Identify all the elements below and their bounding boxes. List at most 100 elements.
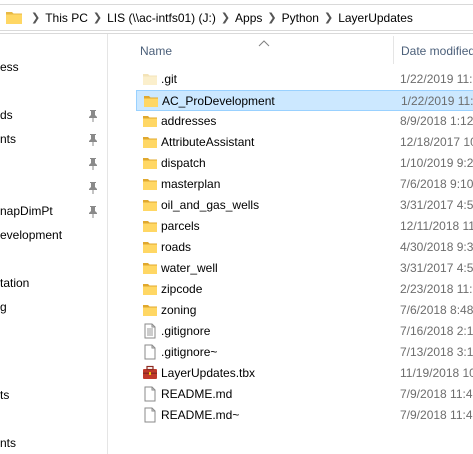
nav-item-label: ess [0,60,19,74]
breadcrumb[interactable]: ❯ This PC ❯ LIS (\\ac-intfs01) (J:) ❯ Ap… [0,4,473,31]
sort-ascending-icon [258,36,270,47]
nav-item-label: napDimPt [0,204,53,218]
file-row[interactable]: masterplan 7/6/2018 9:10 [136,174,473,195]
pin-icon[interactable] [88,110,98,122]
file-date-modified: 12/18/2017 10 [400,135,473,149]
folder-icon [142,113,158,129]
file-name: roads [161,240,192,254]
nav-item-label: nts [0,436,17,450]
column-header-row: Name Date modified [108,34,473,66]
file-date-modified: 1/10/2019 9:2 [400,156,473,170]
nav-item-label: tation [0,276,30,290]
file-name: dispatch [161,156,206,170]
breadcrumb-drive[interactable]: LIS (\\ac-intfs01) (J:) [107,11,216,25]
folder-hidden-icon [142,71,158,87]
file-name: AC_ProDevelopment [162,94,275,108]
file-name: AttributeAssistant [161,135,255,149]
nav-item[interactable]: g [0,300,104,318]
chevron-right-icon[interactable]: ❯ [221,11,230,24]
file-row[interactable]: dispatch 1/10/2019 9:2 [136,153,473,174]
pin-icon[interactable] [88,182,98,194]
breadcrumb-layerupdates[interactable]: LayerUpdates [338,11,413,25]
file-name: addresses [161,114,217,128]
column-header-name[interactable]: Name [140,44,172,58]
file-name: .gitignore [161,324,211,338]
file-row[interactable]: roads 4/30/2018 9:3 [136,237,473,258]
file-row[interactable]: zipcode 2/23/2018 11: [136,279,473,300]
folder-icon [142,281,158,297]
folder-icon [142,239,158,255]
folder-icon [142,260,158,276]
file-date-modified: 3/31/2017 4:5 [400,198,473,212]
nav-item[interactable] [0,156,104,174]
breadcrumb-apps[interactable]: Apps [235,11,262,25]
chevron-right-icon[interactable]: ❯ [93,11,102,24]
file-row[interactable]: LayerUpdates.tbx 11/19/2018 10 [136,363,473,384]
chevron-right-icon[interactable]: ❯ [324,11,333,24]
nav-item[interactable]: napDimPt [0,204,104,222]
nav-item-label: evelopment [0,228,63,242]
file-date-modified: 3/31/2017 4:5 [400,261,473,275]
file-name: LayerUpdates.tbx [161,366,256,380]
file-date-modified: 12/11/2018 11 [400,219,473,233]
file-name: water_well [161,261,218,275]
file-name: masterplan [161,177,221,191]
folder-icon [142,134,158,150]
file-row[interactable]: water_well 3/31/2017 4:5 [136,258,473,279]
pin-icon[interactable] [88,134,98,146]
chevron-right-icon[interactable]: ❯ [267,11,276,24]
file-row[interactable]: .git 1/22/2019 11:5 [136,69,473,90]
nav-item[interactable]: ds [0,108,104,126]
file-date-modified: 11/19/2018 10 [400,366,473,380]
address-bar[interactable]: ❯ This PC ❯ LIS (\\ac-intfs01) (J:) ❯ Ap… [0,0,473,34]
breadcrumb-python[interactable]: Python [282,11,319,25]
folder-icon [142,218,158,234]
nav-item[interactable]: nts [0,132,104,150]
chevron-right-icon[interactable]: ❯ [31,11,40,24]
file-name: README.md [161,387,233,401]
pin-icon[interactable] [88,158,98,170]
folder-icon [142,155,158,171]
file-row[interactable]: README.md~ 7/9/2018 11:4 [136,405,473,426]
file-date-modified: 1/22/2019 11:4 [401,94,473,108]
nav-item[interactable]: evelopment [0,228,104,246]
file-row[interactable]: README.md 7/9/2018 11:4 [136,384,473,405]
navigation-pane: ess ds nts napDimPt evelopment tation g … [0,34,104,454]
pin-icon[interactable] [88,206,98,218]
file-date-modified: 7/6/2018 8:48 [400,303,473,317]
file-row[interactable]: zoning 7/6/2018 8:48 [136,300,473,321]
file-row[interactable]: AttributeAssistant 12/18/2017 10 [136,132,473,153]
nav-item[interactable]: tation [0,276,104,294]
breadcrumb-this-pc[interactable]: This PC [45,11,88,25]
nav-item[interactable] [0,180,104,198]
file-date-modified: 7/13/2018 3:1 [400,345,473,359]
file-row[interactable]: AC_ProDevelopment 1/22/2019 11:4 [136,90,473,111]
nav-item-label: g [0,300,7,314]
file-name: oil_and_gas_wells [161,198,260,212]
nav-item-label: nts [0,132,17,146]
file-date-modified: 4/30/2018 9:3 [400,240,473,254]
file-date-modified: 8/9/2018 1:12 [400,114,473,128]
file-date-modified: 7/9/2018 11:4 [400,408,473,422]
nav-item[interactable]: ts [0,388,104,406]
toolbox-icon [142,365,158,381]
nav-item-label: ts [0,388,10,402]
file-name: zipcode [161,282,203,296]
file-date-modified: 2/23/2018 11: [400,282,473,296]
file-name: .git [161,72,178,86]
file-row[interactable]: parcels 12/11/2018 11 [136,216,473,237]
folder-icon [142,176,158,192]
file-name: README.md~ [161,408,240,422]
file-date-modified: 7/6/2018 9:10 [400,177,473,191]
file-row[interactable]: addresses 8/9/2018 1:12 [136,111,473,132]
nav-item[interactable]: ess [0,60,104,78]
file-row[interactable]: .gitignore~ 7/13/2018 3:1 [136,342,473,363]
file-icon [142,344,158,360]
column-header-date-modified[interactable]: Date modified [401,44,473,58]
file-row[interactable]: .gitignore 7/16/2018 2:1 [136,321,473,342]
file-date-modified: 7/16/2018 2:1 [400,324,473,338]
nav-item[interactable]: nts [0,436,104,454]
file-date-modified: 1/22/2019 11:5 [400,72,473,86]
column-divider[interactable] [393,36,394,64]
file-row[interactable]: oil_and_gas_wells 3/31/2017 4:5 [136,195,473,216]
